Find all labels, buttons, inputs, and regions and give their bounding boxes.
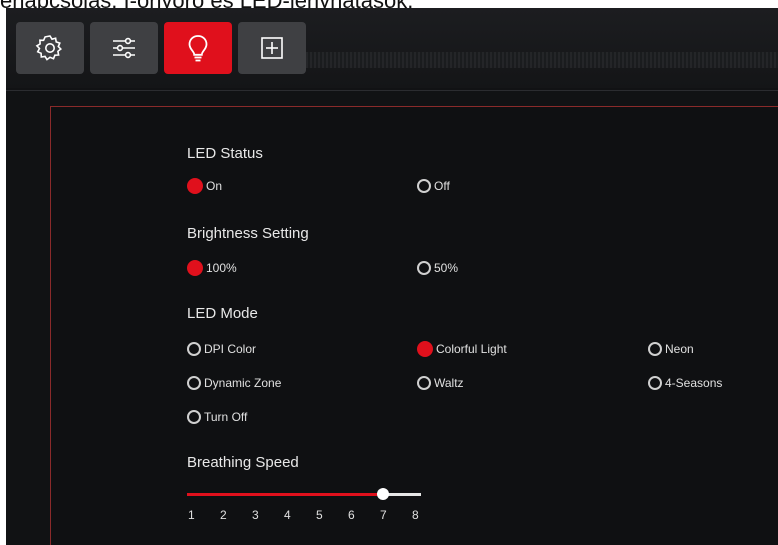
led-mode-dpi-color-radio[interactable]: DPI Color bbox=[187, 339, 256, 359]
radio-dot bbox=[187, 260, 203, 276]
tick-label: 4 bbox=[284, 508, 291, 522]
tab-led[interactable] bbox=[164, 22, 232, 74]
radio-label: Neon bbox=[665, 342, 694, 356]
toolbar-texture bbox=[306, 52, 778, 68]
brightness-title: Brightness Setting bbox=[187, 225, 309, 242]
tick-label: 5 bbox=[316, 508, 323, 522]
led-status-off-radio[interactable]: Off bbox=[417, 176, 450, 196]
breathing-speed-slider[interactable] bbox=[187, 488, 421, 500]
slider-fill bbox=[187, 493, 383, 496]
brightness-100-radio[interactable]: 100% bbox=[187, 258, 237, 278]
led-status-title: LED Status bbox=[187, 145, 263, 162]
sliders-icon bbox=[113, 37, 135, 59]
radio-dot bbox=[417, 341, 433, 357]
plus-box-icon bbox=[261, 37, 283, 59]
tick-label: 7 bbox=[380, 508, 387, 522]
led-mode-dynamic-zone-radio[interactable]: Dynamic Zone bbox=[187, 373, 281, 393]
radio-label: 100% bbox=[206, 261, 237, 275]
toolbar bbox=[6, 8, 778, 88]
tick-label: 3 bbox=[252, 508, 259, 522]
tick-label: 2 bbox=[220, 508, 227, 522]
tab-macro[interactable] bbox=[238, 22, 306, 74]
app-window: LED Status On Off Brightness Setting 100… bbox=[6, 8, 778, 545]
radio-dot bbox=[187, 178, 203, 194]
tick-label: 1 bbox=[188, 508, 195, 522]
slider-handle[interactable] bbox=[377, 488, 389, 500]
radio-dot bbox=[648, 342, 662, 356]
radio-label: 4-Seasons bbox=[665, 376, 723, 390]
tick-label: 8 bbox=[412, 508, 419, 522]
radio-dot bbox=[417, 261, 431, 275]
radio-label: Off bbox=[434, 179, 450, 193]
led-status-on-radio[interactable]: On bbox=[187, 176, 222, 196]
top-caption-text: enapcsolás, I-onyoro es LED-lenyhatasok. bbox=[0, 0, 778, 8]
led-mode-neon-radio[interactable]: Neon bbox=[648, 339, 694, 359]
radio-label: On bbox=[206, 179, 223, 193]
radio-label: 50% bbox=[434, 261, 459, 275]
led-settings-panel bbox=[50, 106, 778, 545]
tick-label: 6 bbox=[348, 508, 355, 522]
led-mode-4-seasons-radio[interactable]: 4-Seasons bbox=[648, 373, 722, 393]
radio-label: Waltz bbox=[434, 376, 464, 390]
radio-dot bbox=[187, 376, 201, 390]
radio-dot bbox=[187, 410, 201, 424]
led-mode-waltz-radio[interactable]: Waltz bbox=[417, 373, 464, 393]
radio-dot bbox=[417, 376, 431, 390]
tab-settings[interactable] bbox=[16, 22, 84, 74]
led-mode-turn-off-radio[interactable]: Turn Off bbox=[187, 407, 247, 427]
led-mode-colorful-light-radio[interactable]: Colorful Light bbox=[417, 339, 507, 359]
breathing-speed-ticks: 1 2 3 4 5 6 7 8 bbox=[181, 508, 441, 526]
radio-label: Turn Off bbox=[204, 410, 248, 424]
radio-dot bbox=[417, 179, 431, 193]
radio-label: Dynamic Zone bbox=[204, 376, 282, 390]
gear-icon bbox=[35, 35, 63, 61]
radio-label: DPI Color bbox=[204, 342, 257, 356]
radio-label: Colorful Light bbox=[436, 342, 507, 356]
radio-dot bbox=[648, 376, 662, 390]
led-mode-title: LED Mode bbox=[187, 305, 258, 322]
tab-adjustments[interactable] bbox=[90, 22, 158, 74]
breathing-speed-title: Breathing Speed bbox=[187, 454, 299, 471]
brightness-50-radio[interactable]: 50% bbox=[417, 258, 458, 278]
lightbulb-icon bbox=[188, 35, 208, 62]
radio-dot bbox=[187, 342, 201, 356]
toolbar-divider bbox=[6, 90, 778, 91]
